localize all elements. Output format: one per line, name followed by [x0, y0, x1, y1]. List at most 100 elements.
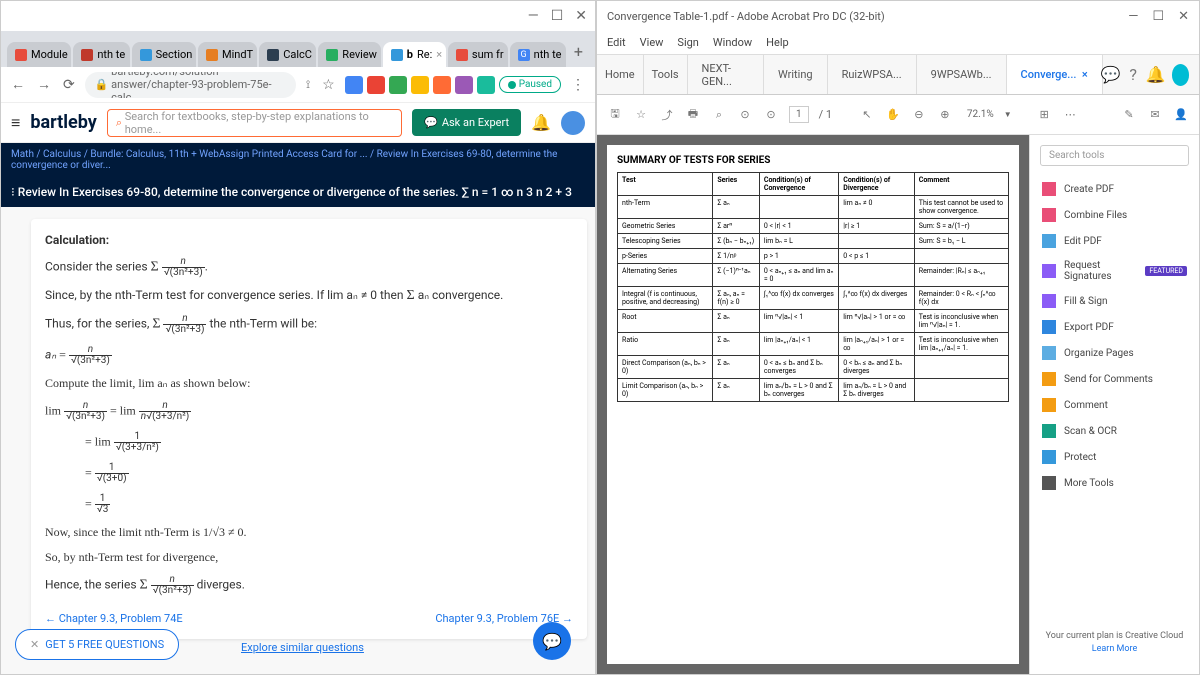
extension-icon[interactable] [455, 76, 473, 94]
bell-icon[interactable]: 🔔 [531, 113, 551, 132]
mail-icon[interactable]: ✉ [1147, 107, 1163, 123]
star-icon[interactable]: ☆ [320, 75, 337, 95]
tool-item[interactable]: Comment [1030, 392, 1199, 418]
tool-icon [1042, 450, 1056, 464]
breadcrumb[interactable]: Math / Calculus / Bundle: Calculus, 11th… [1, 143, 595, 177]
new-tab-button[interactable]: + [568, 36, 589, 67]
search-tools-input[interactable]: Search tools [1040, 145, 1189, 166]
tool-item[interactable]: Send for Comments [1030, 366, 1199, 392]
browser-tab[interactable]: Gnth te [510, 42, 566, 67]
ask-expert-button[interactable]: 💬Ask an Expert [412, 109, 521, 136]
save-icon[interactable]: 🖫 [607, 107, 623, 123]
tool-item[interactable]: Export PDF [1030, 314, 1199, 340]
tool-icon [1042, 346, 1056, 360]
explore-link[interactable]: Explore similar questions [241, 641, 364, 654]
table-cell: lim ⁿ√|aₙ| > 1 or = ∞ [839, 310, 915, 333]
bell-icon[interactable]: 🔔 [1148, 67, 1164, 83]
close-icon[interactable]: ✕ [30, 638, 39, 651]
tool-item[interactable]: More Tools [1030, 470, 1199, 496]
tool-item[interactable]: Request SignaturesFEATURED [1030, 254, 1199, 288]
doc-tab[interactable]: NEXT-GEN... [688, 55, 764, 94]
search-input[interactable]: ⌕ Search for textbooks, step-by-step exp… [107, 109, 402, 137]
sign-icon[interactable]: ✎ [1121, 107, 1137, 123]
close-icon[interactable]: ✕ [575, 8, 587, 24]
down-icon[interactable]: ⊙ [763, 107, 779, 123]
menu-item[interactable]: Sign [677, 36, 698, 49]
avatar-icon[interactable] [561, 111, 585, 135]
up-icon[interactable]: ⊙ [737, 107, 753, 123]
extension-icon[interactable] [367, 76, 385, 94]
url-input[interactable]: 🔒 bartleby.com/solution-answer/chapter-9… [85, 72, 296, 98]
tab-tools[interactable]: Tools [644, 55, 688, 94]
document-view[interactable]: SUMMARY OF TESTS FOR SERIES Test Series … [597, 135, 1029, 674]
browser-tab[interactable]: CalcC [259, 42, 316, 67]
menu-icon[interactable]: ⋮ [569, 75, 587, 95]
back-button[interactable]: ← [9, 74, 27, 95]
zoom-in-icon[interactable]: ⊕ [937, 107, 953, 123]
chat-fab[interactable]: 💬 [533, 622, 571, 660]
maximize-icon[interactable]: ☐ [1152, 9, 1164, 24]
star-icon[interactable]: ☆ [633, 107, 649, 123]
browser-tab[interactable]: Review [318, 42, 380, 67]
menu-item[interactable]: Window [713, 36, 752, 49]
reload-button[interactable]: ⟳ [61, 75, 77, 95]
doc-tab-active[interactable]: Converge... × [1007, 55, 1103, 94]
doc-tab[interactable]: 9WPSAWb... [917, 55, 1007, 94]
url-text: bartleby.com/solution-answer/chapter-93-… [111, 72, 286, 98]
upload-icon[interactable]: ⤴ [659, 107, 675, 123]
extension-icon[interactable] [477, 76, 495, 94]
menu-item[interactable]: Help [766, 36, 789, 49]
prev-problem-link[interactable]: ← Chapter 9.3, Problem 74E [45, 612, 183, 625]
extension-icon[interactable] [433, 76, 451, 94]
tool-item[interactable]: Edit PDF [1030, 228, 1199, 254]
chat-icon[interactable]: 💬 [1103, 67, 1119, 83]
tool-icon [1042, 294, 1056, 308]
cursor-icon[interactable]: ↖ [859, 107, 875, 123]
browser-tab[interactable]: nth te [73, 42, 129, 67]
extension-icon[interactable] [389, 76, 407, 94]
share-icon[interactable]: 👤 [1173, 107, 1189, 123]
avatar-icon[interactable] [1172, 64, 1190, 86]
browser-tab[interactable]: sum fr [448, 42, 508, 67]
minimize-icon[interactable]: — [528, 8, 539, 24]
doc-tab[interactable]: RuizWPSA... [828, 55, 917, 94]
tool-item[interactable]: Protect [1030, 444, 1199, 470]
search-icon[interactable]: ⌕ [711, 107, 727, 123]
zoom-out-icon[interactable]: ⊖ [911, 107, 927, 123]
maximize-icon[interactable]: ☐ [551, 8, 564, 24]
menu-item[interactable]: Edit [607, 36, 626, 49]
tool-item[interactable]: Scan & OCR [1030, 418, 1199, 444]
browser-tab-active[interactable]: b Re: × [383, 42, 446, 67]
hamburger-icon[interactable]: ≡ [11, 113, 20, 133]
page-input[interactable]: 1 [789, 106, 809, 123]
tool-item[interactable]: Organize Pages [1030, 340, 1199, 366]
learn-more-link[interactable]: Learn More [1040, 644, 1189, 654]
browser-tab[interactable]: Module [7, 42, 71, 67]
tab-home[interactable]: Home [597, 55, 644, 94]
extension-icon[interactable] [345, 76, 363, 94]
plan-footer: Your current plan is Creative Cloud Lear… [1030, 621, 1199, 664]
print-icon[interactable]: 🖶 [685, 107, 701, 123]
extension-icon[interactable] [411, 76, 429, 94]
forward-button[interactable]: → [35, 74, 53, 95]
more-icon[interactable]: ⋯ [1062, 107, 1078, 123]
get-free-button[interactable]: ✕GET 5 FREE QUESTIONS [15, 629, 179, 660]
tab-favicon-icon [15, 49, 27, 61]
hand-icon[interactable]: ✋ [885, 107, 901, 123]
tool-item[interactable]: Create PDF [1030, 176, 1199, 202]
zoom-level[interactable]: 72.1% [967, 109, 994, 120]
help-icon[interactable]: ? [1127, 67, 1140, 83]
tool-item[interactable]: Combine Files [1030, 202, 1199, 228]
tab-favicon-icon [326, 49, 338, 61]
paused-badge[interactable]: Paused [499, 76, 561, 93]
menu-item[interactable]: View [640, 36, 664, 49]
doc-tab[interactable]: Writing [764, 55, 828, 94]
math-line: aₙ = n√(3n²+3) [45, 345, 573, 366]
settings-icon[interactable]: ⟟ [304, 76, 312, 94]
browser-tab[interactable]: MindT [198, 42, 257, 67]
close-icon[interactable]: ✕ [1178, 9, 1189, 24]
browser-tab[interactable]: Section [132, 42, 196, 67]
fit-icon[interactable]: ⊞ [1036, 107, 1052, 123]
tool-item[interactable]: Fill & Sign [1030, 288, 1199, 314]
minimize-icon[interactable]: — [1128, 9, 1138, 24]
